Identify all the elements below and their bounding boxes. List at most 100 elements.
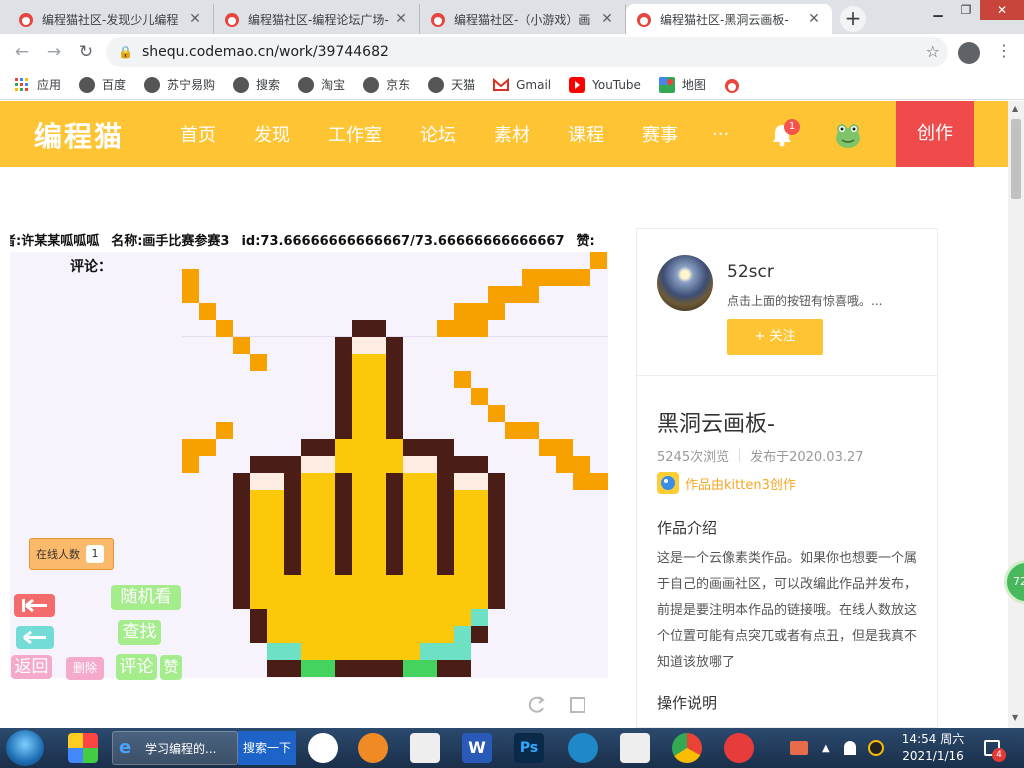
site-header: 编程猫 首页 发现 工作室 论坛 素材 课程 赛事 ··· 创作	[0, 101, 1008, 167]
fullscreen-icon[interactable]	[570, 697, 585, 713]
start-button-icon[interactable]	[6, 730, 44, 766]
cloud-app-icon[interactable]	[308, 733, 338, 763]
bookmark-tmall[interactable]: 天猫	[428, 76, 475, 93]
like-button[interactable]: 赞	[160, 655, 182, 680]
bookmark-youtube[interactable]: YouTube	[569, 76, 641, 93]
task-title: 学习编程的...	[145, 741, 217, 756]
author-name[interactable]: 52scr	[727, 262, 774, 282]
fox-app-icon[interactable]	[358, 733, 388, 763]
new-tab-button[interactable]: +	[840, 6, 866, 32]
nav-events[interactable]: 赛事	[642, 121, 678, 147]
pixel-cell	[488, 558, 505, 575]
comment-button[interactable]: 评论	[116, 654, 157, 680]
tray-bell-icon[interactable]	[843, 741, 856, 755]
pixel-cell	[284, 490, 301, 507]
find-button[interactable]: 查找	[118, 620, 161, 645]
online-label: 在线人数	[36, 548, 80, 561]
taskbar-search-button[interactable]: 搜索一下	[238, 731, 296, 765]
site-logo[interactable]: 编程猫	[34, 115, 124, 155]
tray-expand-icon[interactable]: ▲	[822, 743, 830, 754]
pixel-cell	[318, 456, 335, 473]
bookmark-search[interactable]: 搜索	[233, 76, 280, 93]
creator-tool[interactable]: 作品由kitten3创作	[657, 472, 796, 494]
pixel-cell	[454, 490, 471, 507]
restore-icon[interactable]: ❐	[952, 0, 980, 20]
pixel-cell	[250, 558, 267, 575]
pixel-cell	[454, 660, 471, 677]
browser-tab-3[interactable]: 编程猫社区-（小游戏）画 ✕	[420, 4, 626, 34]
back-arrow-icon[interactable]: ←	[10, 40, 34, 64]
bookmark-codemao[interactable]	[724, 77, 747, 93]
pinwheel-app-icon[interactable]	[68, 733, 98, 763]
taskbar-clock[interactable]: 14:54 周六 2021/1/16	[896, 731, 970, 765]
pixel-cell	[352, 626, 369, 643]
pixel-cell	[233, 473, 250, 490]
nav-studio[interactable]: 工作室	[328, 121, 382, 147]
pixel-cell	[471, 456, 488, 473]
browser-tab-2[interactable]: 编程猫社区-编程论坛广场- ✕	[214, 4, 420, 34]
close-tab-icon[interactable]: ✕	[187, 11, 203, 27]
menu-kebab-icon[interactable]: ⋮	[996, 41, 1012, 60]
pixel-cell	[386, 609, 403, 626]
pixel-cell	[267, 575, 284, 592]
author-avatar[interactable]	[657, 255, 713, 311]
delete-button[interactable]: 删除	[66, 657, 104, 680]
window-close-icon[interactable]: ✕	[980, 0, 1024, 20]
pixel-cell	[250, 354, 267, 371]
bookmark-baidu[interactable]: 百度	[79, 76, 126, 93]
scroll-up-icon[interactable]: ▲	[1012, 104, 1018, 113]
address-bar[interactable]: 🔒 shequ.codemao.cn/work/39744682 ☆	[106, 37, 948, 67]
nav-courses[interactable]: 课程	[568, 121, 604, 147]
nav-home[interactable]: 首页	[180, 121, 216, 147]
bookmark-star-icon[interactable]: ☆	[926, 42, 940, 61]
bookmark-jd[interactable]: 京东	[363, 76, 410, 93]
codemao-app-icon[interactable]	[724, 733, 754, 763]
close-tab-icon[interactable]: ✕	[393, 11, 409, 27]
image-file-icon[interactable]	[410, 733, 440, 763]
codemao-favicon-icon	[637, 13, 651, 27]
browser-tab-1[interactable]: 编程猫社区-发现少儿编程 ✕	[8, 4, 214, 34]
pixel-cell	[267, 490, 284, 507]
forward-arrow-icon[interactable]: →	[42, 40, 66, 64]
pixel-cell	[420, 558, 437, 575]
minimize-icon[interactable]: ▁	[924, 0, 952, 20]
account-avatar-icon[interactable]	[958, 42, 980, 64]
taskbar-ie-task[interactable]: e 学习编程的...	[112, 731, 238, 765]
qq-icon[interactable]	[867, 740, 884, 756]
pixel-cell	[488, 541, 505, 558]
bookmark-taobao[interactable]: 淘宝	[298, 76, 345, 93]
browser-tab-4-active[interactable]: 编程猫社区-黑洞云画板- ✕	[626, 4, 832, 34]
tray-app-icon[interactable]	[790, 741, 808, 755]
scroll-down-icon[interactable]: ▼	[1012, 713, 1018, 722]
scrollbar-thumb[interactable]	[1011, 119, 1021, 199]
bookmark-maps[interactable]: 地图	[658, 76, 706, 93]
user-avatar-frog-icon[interactable]	[834, 121, 862, 149]
create-button[interactable]: 创作	[896, 101, 974, 167]
reload-icon[interactable]: ↻	[74, 40, 98, 64]
nav-discover[interactable]: 发现	[254, 121, 290, 147]
exit-button[interactable]	[14, 594, 55, 617]
nav-more[interactable]: ···	[712, 124, 729, 145]
page-scrollbar[interactable]: ▲ ▼	[1008, 101, 1024, 728]
nav-assets[interactable]: 素材	[494, 121, 530, 147]
floating-widget[interactable]: 72	[1004, 560, 1024, 604]
word-icon[interactable]: W	[462, 733, 492, 763]
return-button[interactable]: 返回	[11, 655, 52, 679]
chrome-icon[interactable]	[672, 733, 702, 763]
circle-app-icon[interactable]	[568, 733, 598, 763]
close-tab-icon[interactable]: ✕	[599, 11, 615, 27]
pixel-cell	[352, 371, 369, 388]
photoshop-icon[interactable]: Ps	[514, 733, 544, 763]
back-button[interactable]	[16, 626, 54, 649]
bookmark-apps[interactable]: 应用	[14, 76, 61, 93]
bookmark-suning[interactable]: 苏宁易购	[144, 76, 215, 93]
nav-forum[interactable]: 论坛	[420, 121, 456, 147]
image-file-icon[interactable]	[620, 733, 650, 763]
restart-icon[interactable]	[528, 696, 545, 713]
close-tab-icon[interactable]: ✕	[806, 11, 822, 27]
random-view-button[interactable]: 随机看	[111, 585, 181, 610]
pixel-cell	[267, 507, 284, 524]
pixel-cell	[335, 524, 352, 541]
follow-button[interactable]: + 关注	[727, 319, 823, 355]
bookmark-gmail[interactable]: Gmail	[493, 77, 551, 93]
